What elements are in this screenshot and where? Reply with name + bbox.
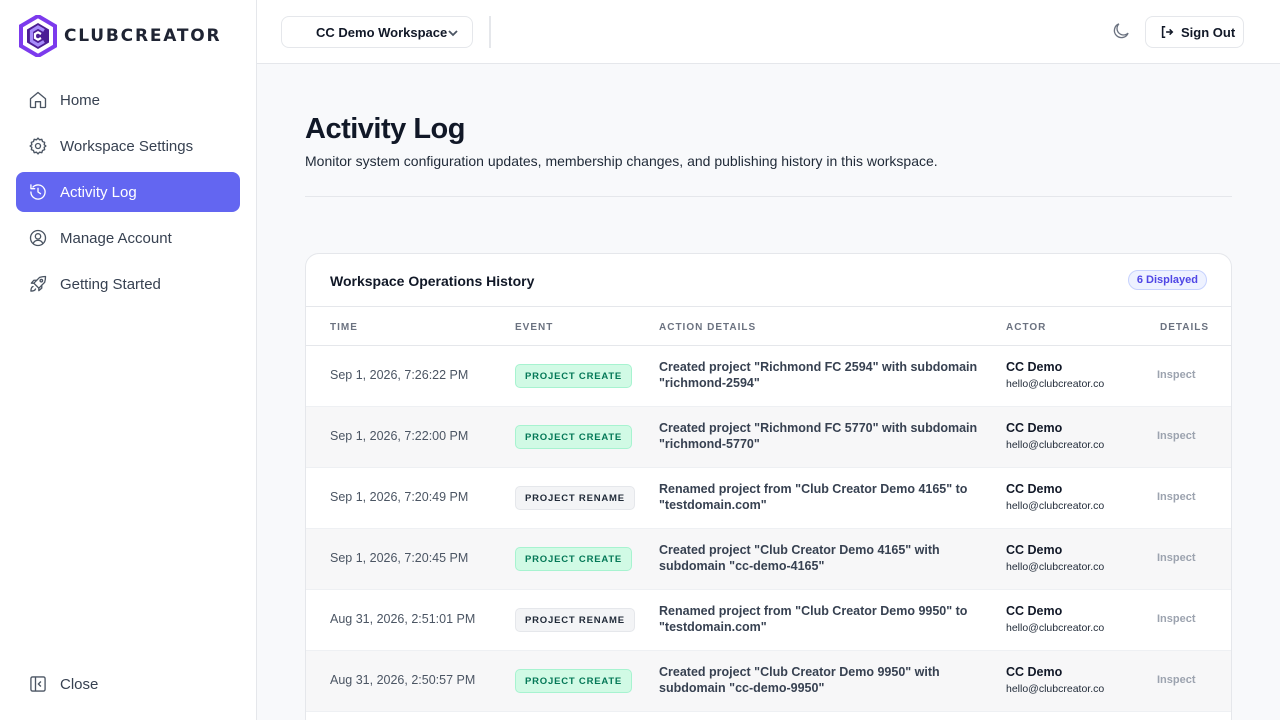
inspect-link[interactable]: Inspect	[1157, 552, 1196, 564]
sidebar-item-workspace-settings[interactable]: Workspace Settings	[16, 126, 240, 166]
table-row: Sep 1, 2026, 7:20:45 PM PROJECT CREATE C…	[306, 529, 1231, 590]
event-badge: PROJECT RENAME	[515, 486, 635, 510]
inspect-link[interactable]: Inspect	[1157, 430, 1196, 442]
table-row: Sep 1, 2026, 7:26:22 PM PROJECT CREATE C…	[306, 346, 1231, 407]
actor-email: hello@clubcreator.co	[1006, 561, 1105, 573]
page-subtitle: Monitor system configuration updates, me…	[305, 153, 938, 169]
action-details: Created project "Richmond FC 2594" with …	[659, 360, 978, 390]
user-circle-icon	[28, 228, 48, 248]
clubcreator-logo-icon	[19, 15, 57, 57]
actor-name: CC Demo	[1006, 604, 1063, 618]
inspect-link[interactable]: Inspect	[1157, 369, 1196, 381]
actor-name: CC Demo	[1006, 421, 1063, 435]
sign-out-label: Sign Out	[1181, 24, 1236, 40]
event-badge: PROJECT CREATE	[515, 425, 633, 449]
sidebar-item-manage-account[interactable]: Manage Account	[16, 218, 240, 258]
actor-name: CC Demo	[1006, 482, 1063, 496]
event-badge: PROJECT CREATE	[515, 669, 633, 693]
operations-history-card: Workspace Operations History 6 Displayed…	[305, 253, 1232, 720]
workspace-selector[interactable]: CC Demo Workspace	[281, 16, 473, 48]
inspect-link[interactable]: Inspect	[1157, 674, 1196, 686]
event-badge: PROJECT CREATE	[515, 364, 633, 388]
actor-email: hello@clubcreator.co	[1006, 439, 1105, 451]
sidebar-nav: Home Workspace Settings Activity Log Man…	[16, 80, 240, 310]
inspect-link[interactable]: Inspect	[1157, 613, 1196, 625]
close-sidebar-button[interactable]: Close	[28, 674, 98, 694]
home-icon	[28, 90, 48, 110]
history-icon	[28, 182, 48, 202]
actor-name: CC Demo	[1006, 665, 1063, 679]
table-row: Aug 31, 2026, 2:51:01 PM PROJECT RENAME …	[306, 590, 1231, 651]
topbar-divider	[489, 16, 491, 48]
sidebar-item-label: Manage Account	[60, 229, 172, 247]
event-badge: PROJECT CREATE	[515, 547, 633, 571]
row-time: Sep 1, 2026, 7:26:22 PM	[330, 368, 469, 382]
table-row: Sep 1, 2026, 7:20:49 PM PROJECT RENAME R…	[306, 468, 1231, 529]
actor-name: CC Demo	[1006, 360, 1063, 374]
column-header-actor: ACTOR	[1006, 322, 1047, 333]
column-header-action-details: ACTION DETAILS	[659, 322, 757, 333]
column-header-time: TIME	[330, 322, 358, 333]
actor-email: hello@clubcreator.co	[1006, 378, 1105, 390]
moon-icon	[1113, 23, 1129, 39]
actor-email: hello@clubcreator.co	[1006, 500, 1105, 512]
sidebar-item-label: Activity Log	[60, 183, 137, 201]
sidebar-item-label: Home	[60, 91, 101, 109]
sidebar: CLUBCREATOR Home Workspace Settings Acti…	[0, 0, 257, 720]
actor-email: hello@clubcreator.co	[1006, 622, 1105, 634]
inspect-link[interactable]: Inspect	[1157, 491, 1196, 503]
collapse-sidebar-icon	[30, 676, 46, 692]
workspace-name: CC Demo Workspace	[316, 24, 448, 40]
sidebar-item-label: Workspace Settings	[60, 137, 194, 155]
gear-icon	[28, 136, 48, 156]
action-details: Created project "Club Creator Demo 4165"…	[659, 543, 940, 573]
event-badge: PROJECT RENAME	[515, 608, 635, 632]
close-label: Close	[60, 675, 99, 693]
page-title: Activity Log	[305, 113, 465, 145]
sign-out-icon	[1161, 25, 1174, 39]
column-header-details: DETAILS	[1160, 322, 1210, 333]
rocket-icon	[28, 274, 48, 294]
sign-out-button[interactable]: Sign Out	[1145, 16, 1244, 48]
divider	[305, 196, 1232, 197]
sidebar-item-home[interactable]: Home	[16, 80, 240, 120]
card-title: Workspace Operations History	[330, 273, 535, 289]
table-header: TIME EVENT ACTION DETAILS ACTOR DETAILS	[306, 307, 1231, 346]
action-details: Created project "Richmond FC 5770" with …	[659, 421, 978, 451]
sidebar-item-getting-started[interactable]: Getting Started	[16, 264, 240, 304]
chevron-down-icon	[448, 30, 458, 37]
theme-toggle-button[interactable]	[1111, 21, 1133, 43]
action-details: Created project "Club Creator Demo 9950"…	[659, 665, 940, 695]
actor-name: CC Demo	[1006, 543, 1063, 557]
column-header-event: EVENT	[515, 322, 554, 333]
row-time: Sep 1, 2026, 7:20:49 PM	[330, 490, 469, 504]
brand-logo[interactable]: CLUBCREATOR	[19, 15, 221, 57]
row-time: Aug 31, 2026, 2:50:57 PM	[330, 673, 476, 687]
top-bar: CC Demo Workspace Sign Out	[257, 0, 1280, 64]
row-time: Sep 1, 2026, 7:22:00 PM	[330, 429, 469, 443]
row-time: Aug 31, 2026, 2:51:01 PM	[330, 612, 476, 626]
actor-email: hello@clubcreator.co	[1006, 683, 1105, 695]
action-details: Renamed project from "Club Creator Demo …	[659, 482, 968, 512]
action-details: Renamed project from "Club Creator Demo …	[659, 604, 968, 634]
table-row: Sep 1, 2026, 7:22:00 PM PROJECT CREATE C…	[306, 407, 1231, 468]
sidebar-item-activity-log[interactable]: Activity Log	[16, 172, 240, 212]
brand-name: CLUBCREATOR	[64, 26, 222, 46]
count-badge: 6 Displayed	[1127, 270, 1207, 290]
table-row: Aug 31, 2026, 2:50:57 PM PROJECT CREATE …	[306, 651, 1231, 712]
card-header: Workspace Operations History 6 Displayed	[306, 254, 1231, 307]
row-time: Sep 1, 2026, 7:20:45 PM	[330, 551, 469, 565]
sidebar-item-label: Getting Started	[60, 275, 161, 293]
